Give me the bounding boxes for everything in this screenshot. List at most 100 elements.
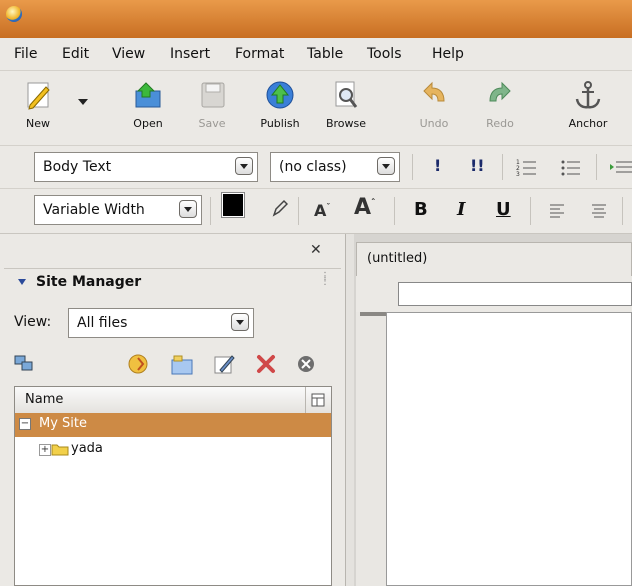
toolbar-separator — [298, 197, 299, 225]
menu-format[interactable]: Format — [235, 46, 284, 62]
main-toolbar: New Open Save Publish Browse Undo Redo A… — [0, 71, 632, 146]
save-button[interactable]: Save — [182, 79, 242, 130]
site-manager-title: Site Manager — [36, 274, 142, 290]
open-button[interactable]: Open — [118, 79, 178, 130]
new-button[interactable]: New — [8, 79, 68, 130]
collapse-node-icon[interactable]: − — [19, 418, 31, 430]
tab-title: (untitled) — [367, 251, 428, 266]
toolbar-separator — [394, 197, 395, 225]
publish-button[interactable]: Publish — [250, 79, 310, 130]
decrease-font-size-icon[interactable]: Aˇ — [314, 201, 330, 220]
bold-icon[interactable]: B — [414, 199, 428, 220]
new-dropdown-arrow-icon[interactable] — [78, 99, 88, 105]
panel-divider — [4, 268, 341, 269]
column-divider — [305, 387, 306, 413]
publish-button-label: Publish — [260, 117, 300, 130]
svg-text:3: 3 — [516, 171, 520, 176]
menu-insert[interactable]: Insert — [170, 46, 210, 62]
align-left-icon[interactable] — [550, 203, 566, 219]
drag-handle-icon[interactable]: ⋮ ⋮ — [320, 272, 331, 287]
delete-site-icon[interactable] — [256, 354, 276, 374]
chevron-down-icon — [179, 200, 197, 218]
menu-table[interactable]: Table — [307, 46, 343, 62]
save-disk-icon — [201, 82, 225, 108]
indent-icon[interactable] — [610, 158, 632, 176]
browse-magnifier-icon — [335, 81, 358, 108]
strong-emphasis-icon[interactable]: !! — [470, 156, 485, 175]
toolbar-separator — [502, 154, 503, 180]
paragraph-style-value: Body Text — [43, 159, 112, 175]
menu-bar: File Edit View Insert Format Table Tools… — [0, 38, 632, 71]
text-color-swatch[interactable] — [221, 192, 245, 218]
text-format-toolbar: Variable Width Aˇ Aˆ B I U — [0, 189, 632, 234]
increase-font-size-icon[interactable]: Aˆ — [354, 195, 376, 220]
italic-icon[interactable]: I — [457, 199, 465, 220]
browse-button[interactable]: Browse — [316, 79, 376, 130]
column-picker-icon[interactable] — [311, 393, 325, 407]
publish-globe-icon — [266, 81, 294, 109]
class-select[interactable]: (no class) — [270, 152, 400, 182]
align-center-icon[interactable] — [592, 203, 608, 219]
toolbar-separator — [530, 197, 531, 225]
panel-splitter[interactable] — [346, 234, 354, 586]
tree-node-label: My Site — [39, 416, 88, 431]
edit-site-icon[interactable] — [212, 352, 236, 376]
anchor-button[interactable]: Anchor — [558, 79, 618, 130]
emphasis-icon[interactable]: ! — [434, 156, 441, 175]
undo-button[interactable]: Undo — [404, 79, 464, 130]
paragraph-style-select[interactable]: Body Text — [34, 152, 258, 182]
close-panel-icon[interactable]: ✕ — [310, 242, 322, 258]
site-file-tree[interactable]: Name − My Site + yada — [14, 386, 332, 586]
editor-panel: (untitled) — [354, 234, 632, 586]
new-folder-icon[interactable] — [170, 352, 194, 376]
highlight-pencil-icon[interactable] — [272, 199, 288, 217]
site-manager-panel: ✕ Site Manager ⋮⋮ View: All files Name — [0, 234, 346, 586]
browse-button-label: Browse — [325, 117, 367, 130]
view-label: View: — [14, 314, 52, 330]
undo-arrow-icon — [423, 81, 445, 102]
underline-icon[interactable]: U — [496, 199, 511, 220]
folder-icon — [51, 444, 69, 456]
new-page-icon — [27, 82, 50, 110]
menu-help[interactable]: Help — [432, 46, 464, 62]
site-connection-icon[interactable] — [14, 354, 34, 374]
menu-file[interactable]: File — [14, 46, 37, 62]
redo-button-label: Redo — [486, 117, 514, 130]
open-folder-icon — [135, 82, 161, 108]
redo-arrow-icon — [489, 81, 511, 102]
tree-column-header[interactable]: Name — [15, 387, 331, 414]
numbered-list-icon[interactable]: 123 — [516, 158, 538, 176]
menu-edit[interactable]: Edit — [62, 46, 89, 62]
tab-untitled[interactable]: (untitled) — [356, 242, 632, 276]
window-title-bar[interactable] — [0, 0, 632, 38]
class-select-value: (no class) — [279, 159, 347, 175]
redo-button[interactable]: Redo — [470, 79, 530, 130]
anchor-button-label: Anchor — [568, 117, 608, 130]
bullet-list-icon[interactable] — [560, 158, 582, 176]
tree-row-yada[interactable]: + yada — [15, 437, 331, 461]
ruler-field[interactable] — [398, 282, 632, 306]
toolbar-separator — [210, 197, 211, 225]
font-family-select[interactable]: Variable Width — [34, 195, 202, 225]
chevron-down-icon — [231, 313, 249, 331]
toolbar-separator — [596, 154, 597, 180]
name-column-label: Name — [25, 392, 64, 407]
menu-tools[interactable]: Tools — [367, 46, 402, 62]
expand-node-icon[interactable]: + — [39, 444, 51, 456]
chevron-down-icon — [235, 157, 253, 175]
toolbar-separator — [412, 154, 413, 180]
view-filter-select[interactable]: All files — [68, 308, 254, 338]
chevron-down-icon — [377, 157, 395, 175]
tree-row-my-site[interactable]: − My Site — [15, 413, 331, 437]
refresh-site-icon[interactable] — [126, 352, 150, 376]
ruler-marker — [360, 312, 388, 316]
menu-view[interactable]: View — [112, 46, 145, 62]
collapse-triangle-icon[interactable] — [18, 279, 26, 285]
save-button-label: Save — [198, 117, 226, 130]
document-page[interactable] — [386, 312, 632, 586]
toolbar-separator — [622, 197, 623, 225]
font-family-value: Variable Width — [43, 202, 145, 218]
anchor-icon — [575, 81, 601, 109]
open-button-label: Open — [133, 117, 163, 130]
stop-icon[interactable] — [296, 354, 316, 374]
